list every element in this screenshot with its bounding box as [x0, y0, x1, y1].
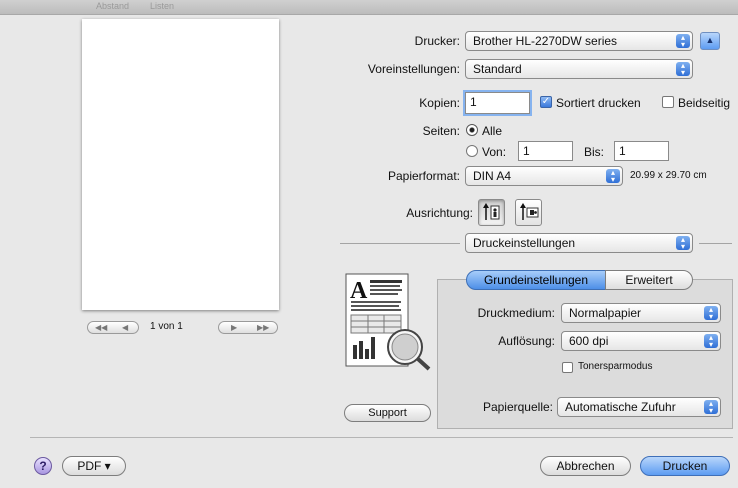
tab-label: Erweitert — [625, 273, 673, 287]
duplex-label: Beidseitig — [678, 96, 731, 110]
expand-details-button[interactable]: ▲ — [700, 32, 720, 50]
paper-size-label: Papierformat: — [387, 169, 460, 183]
resolution-select[interactable]: 600 dpi ▴ ▾ — [561, 331, 721, 351]
footer-separator — [30, 437, 733, 438]
popup-arrows-icon: ▴ ▾ — [676, 34, 690, 49]
media-value: Normalpapier — [569, 306, 642, 320]
toner-save-checkbox[interactable] — [562, 362, 573, 373]
pages-range-radio[interactable] — [466, 145, 478, 157]
landscape-icon — [520, 203, 539, 220]
settings-tabs: Grundeinstellungen Erweitert — [466, 270, 696, 290]
toner-save-label: Tonersparmodus — [578, 361, 653, 372]
collate-label: Sortiert drucken — [556, 96, 641, 110]
duplex-checkbox[interactable] — [662, 96, 674, 108]
pages-from-label: Von: — [482, 145, 507, 159]
tab-grundeinstellungen[interactable]: Grundeinstellungen — [466, 270, 606, 290]
popup-arrows-icon: ▴ ▾ — [676, 62, 690, 77]
pdf-button[interactable]: PDF ▾ — [62, 456, 126, 476]
paper-source-value: Automatische Zufuhr — [565, 400, 676, 414]
help-button[interactable]: ? — [34, 457, 52, 475]
section-divider-right — [699, 243, 732, 244]
toolbar-ghost-text: Abstand — [96, 1, 130, 11]
page-counter: 1 von 1 — [150, 321, 183, 332]
print-button[interactable]: Drucken — [640, 456, 730, 476]
document-illustration: A — [343, 271, 439, 371]
background-toolbar: Abstand Listen — [0, 0, 738, 15]
popup-arrows-icon: ▴ ▾ — [704, 400, 718, 415]
printer-value: Brother HL-2270DW series — [473, 34, 618, 48]
pages-all-radio[interactable] — [466, 124, 478, 136]
media-select[interactable]: Normalpapier ▴ ▾ — [561, 303, 721, 323]
pages-all-label: Alle — [482, 124, 503, 138]
paper-source-label: Papierquelle: — [482, 400, 553, 414]
first-page-icon[interactable]: ◀◀ — [95, 322, 107, 333]
orientation-label: Ausrichtung: — [406, 206, 473, 220]
preview-nav-back[interactable]: ◀◀ ◀ — [87, 321, 139, 334]
printer-label: Drucker: — [414, 34, 460, 48]
tab-erweitert[interactable]: Erweitert — [605, 270, 693, 290]
resolution-label: Auflösung: — [498, 334, 555, 348]
svg-text:A: A — [350, 278, 368, 304]
orientation-landscape-button[interactable] — [515, 199, 542, 226]
presets-value: Standard — [473, 62, 522, 76]
paper-size-select[interactable]: DIN A4 ▴ ▾ — [465, 166, 623, 186]
toolbar-ghost-text: Listen — [150, 1, 175, 11]
paper-dimensions: 20.99 x 29.70 cm — [630, 170, 707, 181]
support-button[interactable]: Support — [344, 404, 431, 422]
tab-label: Grundeinstellungen — [483, 273, 589, 287]
presets-label: Voreinstellungen: — [367, 62, 460, 76]
disclosure-up-icon: ▲ — [705, 35, 715, 45]
last-page-icon[interactable]: ▶▶ — [257, 322, 269, 333]
printer-select[interactable]: Brother HL-2270DW series ▴ ▾ — [465, 31, 693, 51]
document-magnifier-icon: A — [345, 273, 431, 371]
preview-nav-forward[interactable]: ▶ ▶▶ — [218, 321, 278, 334]
paper-source-select[interactable]: Automatische Zufuhr ▴ ▾ — [557, 397, 721, 417]
orientation-portrait-button[interactable] — [478, 199, 505, 226]
popup-arrows-icon: ▴ ▾ — [704, 306, 718, 321]
resolution-value: 600 dpi — [569, 334, 609, 348]
popup-arrows-icon: ▴ ▾ — [676, 236, 690, 251]
print-preview-page — [82, 19, 279, 310]
copies-label: Kopien: — [419, 96, 460, 110]
next-page-icon[interactable]: ▶ — [231, 322, 237, 333]
collate-checkbox[interactable]: ✓ — [540, 96, 552, 108]
popup-arrows-icon: ▴ ▾ — [704, 334, 718, 349]
portrait-icon — [483, 203, 500, 220]
pages-to-input[interactable]: 1 — [614, 141, 669, 161]
section-select[interactable]: Druckeinstellungen ▴ ▾ — [465, 233, 693, 253]
media-label: Druckmedium: — [477, 306, 555, 320]
copies-input[interactable]: 1 — [465, 92, 530, 114]
section-divider-left — [340, 243, 460, 244]
paper-size-value: DIN A4 — [473, 169, 512, 183]
presets-select[interactable]: Standard ▴ ▾ — [465, 59, 693, 79]
prev-page-icon[interactable]: ◀ — [122, 322, 128, 333]
pages-to-label: Bis: — [584, 145, 605, 159]
section-value: Druckeinstellungen — [473, 236, 576, 250]
cancel-button[interactable]: Abbrechen — [540, 456, 631, 476]
popup-arrows-icon: ▴ ▾ — [606, 169, 620, 184]
pages-from-input[interactable]: 1 — [518, 141, 573, 161]
help-icon: ? — [39, 459, 47, 473]
pages-label: Seiten: — [422, 124, 460, 138]
